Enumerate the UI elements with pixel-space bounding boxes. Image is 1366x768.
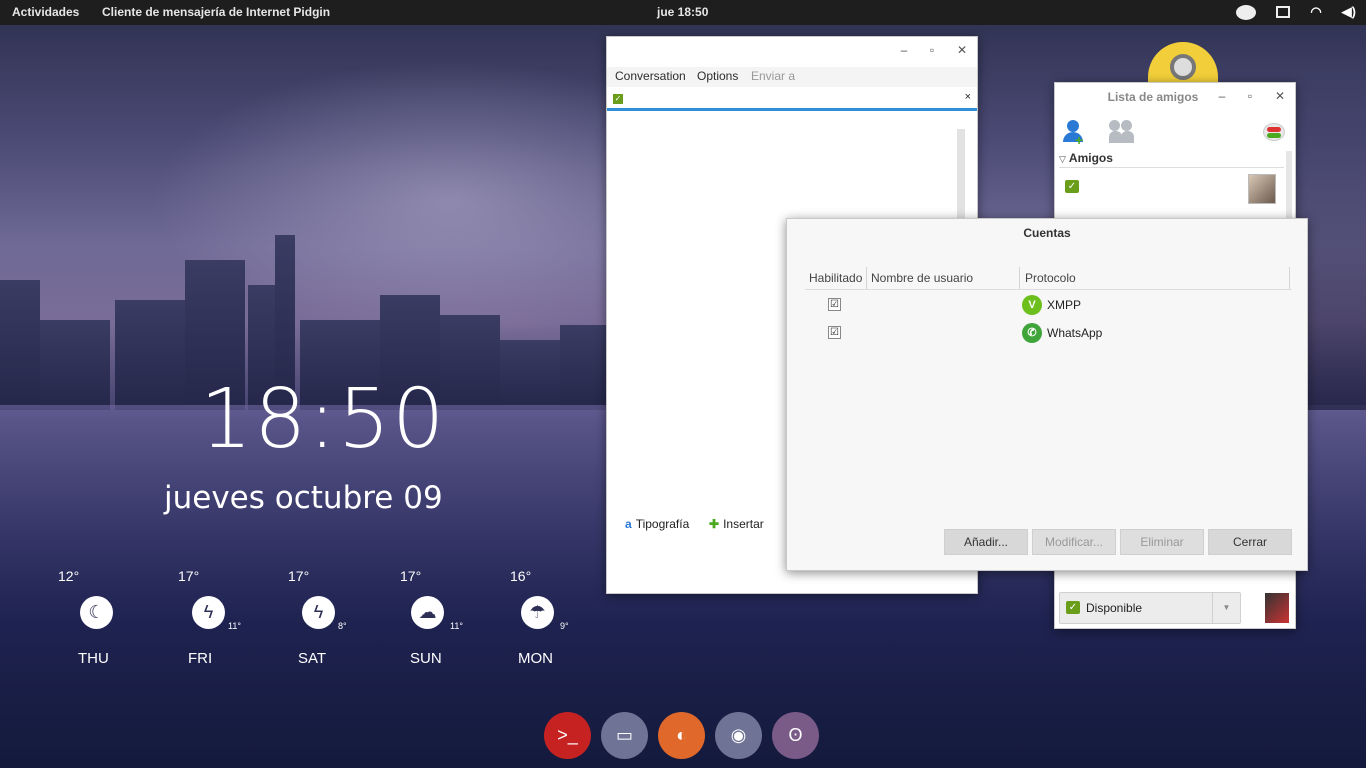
- account-row[interactable]: ☑ ✆ WhatsApp: [805, 319, 1292, 345]
- moon-icon: ☾: [80, 596, 113, 629]
- chromium-icon[interactable]: ◉: [715, 712, 762, 759]
- forecast-day-name: THU: [78, 650, 109, 667]
- avatar: [1248, 174, 1276, 204]
- maximize-icon[interactable]: ▫: [1243, 89, 1257, 103]
- forecast-high: 16°: [510, 568, 532, 584]
- chevron-down-icon[interactable]: ▼: [1212, 593, 1240, 623]
- forecast-low: 11°: [228, 621, 241, 631]
- close-button[interactable]: Cerrar: [1208, 529, 1292, 555]
- modify-button[interactable]: Modificar...: [1032, 529, 1116, 555]
- forecast-low: 8°: [338, 621, 347, 631]
- account-row[interactable]: ☑ V XMPP: [805, 291, 1292, 317]
- enabled-checkbox[interactable]: ☑: [828, 326, 841, 339]
- pidgin-icon[interactable]: ʘ: [772, 712, 819, 759]
- app-menu[interactable]: Cliente de mensajería de Internet Pidgin: [102, 5, 330, 19]
- forecast-day-name: MON: [518, 650, 553, 667]
- menu-send-to[interactable]: Enviar a: [751, 69, 795, 83]
- plus-icon: ✚: [709, 517, 720, 531]
- close-icon[interactable]: ✕: [1273, 89, 1287, 103]
- wifi-icon[interactable]: ◠: [1310, 4, 1321, 20]
- maximize-icon[interactable]: ▫: [925, 43, 939, 57]
- rain-icon: ☂: [521, 596, 554, 629]
- close-icon[interactable]: ✕: [955, 43, 969, 57]
- buddy-toolbar: +: [1055, 113, 1295, 149]
- forecast-day-name: SUN: [410, 650, 442, 667]
- buddy-group[interactable]: ▽ Amigos: [1059, 151, 1284, 168]
- whatsapp-icon: ✆: [1022, 323, 1042, 343]
- scrollbar[interactable]: [957, 129, 965, 229]
- buddy-row[interactable]: ✓: [1059, 171, 1281, 207]
- forecast-high: 17°: [178, 568, 200, 584]
- desklet-time: 18:50: [200, 372, 447, 467]
- topbar-clock[interactable]: jue 18:50: [657, 5, 708, 19]
- xmpp-icon: V: [1022, 295, 1042, 315]
- dock: >_ ▭ ◐ ◉ ʘ: [540, 710, 830, 762]
- storm-icon: ϟ: [302, 596, 335, 629]
- column-enabled[interactable]: Habilitado: [809, 271, 862, 285]
- forecast-day-name: SAT: [298, 650, 327, 667]
- status-available-icon: ✓: [1066, 601, 1080, 614]
- menu-conversation[interactable]: Conversation: [615, 69, 686, 83]
- protocol-name: WhatsApp: [1047, 326, 1103, 340]
- forecast-day: 16° ☂ 9° MON: [492, 566, 582, 676]
- menu-options[interactable]: Options: [697, 69, 738, 83]
- delete-button[interactable]: Eliminar: [1120, 529, 1204, 555]
- forecast-day: 12° ☾ THU: [52, 566, 142, 676]
- column-username[interactable]: Nombre de usuario: [871, 271, 973, 285]
- dialog-title: Cuentas: [1023, 226, 1071, 240]
- top-bar: Actividades Cliente de mensajería de Int…: [0, 0, 1366, 25]
- forecast-low: 11°: [450, 621, 463, 631]
- group-icon[interactable]: [1109, 120, 1135, 144]
- forecast-day: 17° ϟ 8° SAT: [272, 566, 362, 676]
- forecast-day-name: FRI: [188, 650, 213, 667]
- system-tray: ◠ ◀): [1236, 4, 1356, 20]
- volume-icon[interactable]: ◀): [1342, 4, 1356, 20]
- insert-button[interactable]: ✚ Insertar: [709, 517, 764, 531]
- forecast-low: 9°: [560, 621, 569, 631]
- font-icon: a: [625, 517, 632, 531]
- accounts-table: Habilitado Nombre de usuario Protocolo ☑…: [805, 267, 1292, 517]
- firefox-icon[interactable]: ◐: [658, 712, 705, 759]
- desklet-date: jueves octubre 09: [164, 480, 443, 516]
- files-icon[interactable]: ▭: [601, 712, 648, 759]
- storm-icon: ϟ: [192, 596, 225, 629]
- weather-forecast: 12° ☾ THU 17° ϟ 11° FRI 17° ϟ 8° SAT 17°…: [52, 566, 572, 676]
- accounts-toggle-icon[interactable]: [1263, 123, 1285, 141]
- column-protocol[interactable]: Protocolo: [1025, 271, 1076, 285]
- enabled-checkbox[interactable]: ☑: [828, 298, 841, 311]
- font-button[interactable]: a Tipografía: [625, 517, 689, 531]
- dialog-buttons: Añadir... Modificar... Eliminar Cerrar: [944, 529, 1294, 555]
- format-toolbar: a Tipografía ✚ Insertar: [621, 515, 801, 535]
- sun-cloud-icon: ☁: [411, 596, 444, 629]
- add-button[interactable]: Añadir...: [944, 529, 1028, 555]
- status-selector[interactable]: ✓ Disponible ▼: [1059, 592, 1241, 624]
- forecast-high: 17°: [400, 568, 422, 584]
- status-available-icon: ✓: [1065, 180, 1079, 193]
- image-icon[interactable]: [1276, 6, 1291, 18]
- chat-icon[interactable]: [1236, 4, 1257, 20]
- accounts-dialog: Cuentas Habilitado Nombre de usuario Pro…: [786, 218, 1308, 571]
- conversation-tab[interactable]: ✓ ×: [607, 89, 977, 111]
- status-label: Disponible: [1086, 601, 1143, 615]
- triangle-down-icon: ▽: [1059, 154, 1066, 164]
- forecast-high: 12°: [58, 568, 80, 584]
- tab-close-icon[interactable]: ×: [965, 91, 971, 103]
- minimize-icon[interactable]: –: [897, 43, 911, 57]
- group-label: Amigos: [1068, 151, 1113, 165]
- terminal-icon[interactable]: >_: [544, 712, 591, 759]
- status-available-icon: ✓: [613, 94, 623, 104]
- add-buddy-icon[interactable]: +: [1063, 120, 1083, 148]
- user-avatar[interactable]: [1265, 593, 1289, 623]
- menu-bar: Conversation Options Enviar a: [607, 67, 977, 87]
- minimize-icon[interactable]: –: [1215, 89, 1229, 103]
- protocol-name: XMPP: [1047, 298, 1082, 312]
- window-title: [735, 42, 850, 58]
- activities-button[interactable]: Actividades: [12, 5, 79, 19]
- forecast-day: 17° ☁ 11° SUN: [382, 566, 472, 676]
- forecast-day: 17° ϟ 11° FRI: [162, 566, 252, 676]
- forecast-high: 17°: [288, 568, 310, 584]
